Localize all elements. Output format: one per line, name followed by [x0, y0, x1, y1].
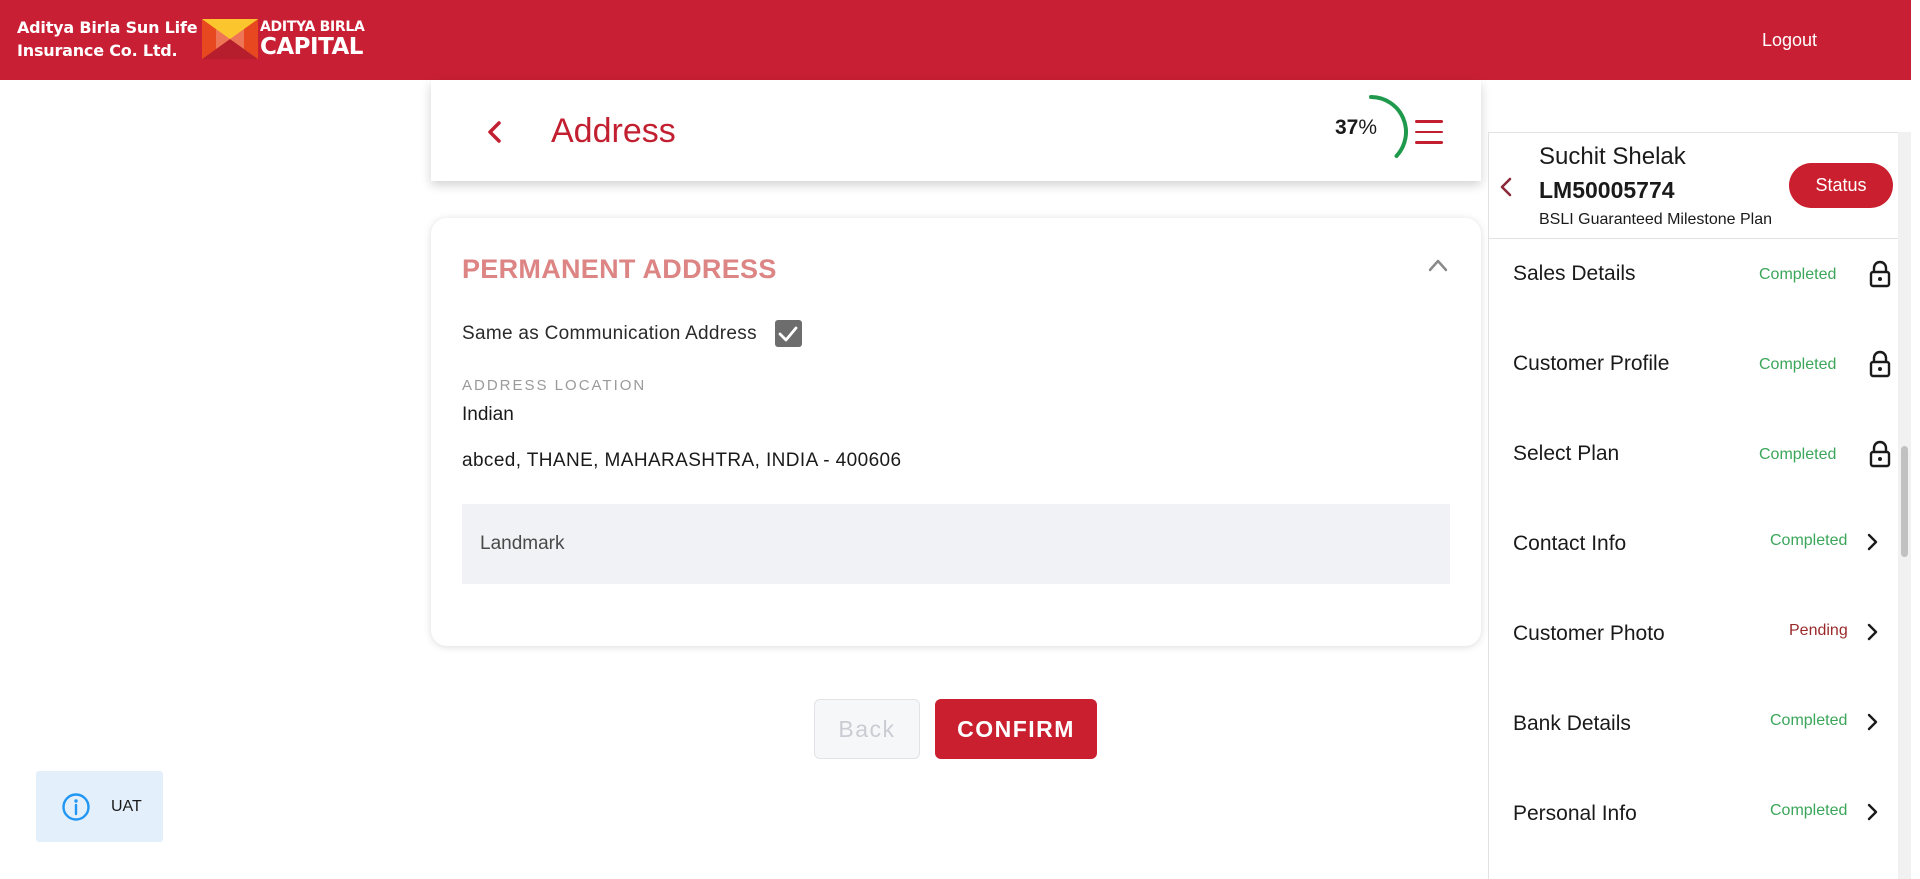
- lock-icon: [1869, 350, 1891, 378]
- address-header-card: Address 37%: [431, 80, 1481, 181]
- application-id: LM50005774: [1539, 177, 1675, 203]
- page-title: Address: [551, 112, 676, 150]
- status-badge: Completed: [1770, 712, 1848, 729]
- logo-mark-icon: [202, 19, 258, 59]
- customer-name: Suchit Shelak: [1539, 143, 1686, 170]
- logo-wordmark: ADITYA BIRLA CAPITAL: [260, 18, 365, 60]
- chevron-right-icon: [1867, 713, 1878, 731]
- chevron-right-icon: [1867, 533, 1878, 551]
- sidebar-item-customer-photo[interactable]: Customer Photo Pending: [1489, 600, 1898, 690]
- progress-unit: %: [1358, 116, 1378, 139]
- section-title: PERMANENT ADDRESS: [462, 254, 777, 284]
- sidebar-item-label: Bank Details: [1513, 712, 1631, 735]
- sidebar-item-personal-info[interactable]: Personal Info Completed: [1489, 780, 1898, 870]
- scrollbar-thumb[interactable]: [1901, 446, 1908, 557]
- progress-percentage: 37%: [1335, 116, 1377, 140]
- environment-badge: UAT: [36, 771, 163, 842]
- menu-icon[interactable]: [1415, 120, 1443, 144]
- sidebar-item-label: Personal Info: [1513, 802, 1637, 825]
- sidebar-scrollbar[interactable]: [1898, 132, 1911, 879]
- progress-value: 37: [1335, 116, 1359, 139]
- sidebar-item-label: Customer Profile: [1513, 352, 1670, 375]
- plan-name: BSLI Guaranteed Milestone Plan: [1539, 211, 1773, 228]
- aditya-birla-capital-logo: ADITYA BIRLA CAPITAL: [202, 18, 365, 60]
- confirm-button[interactable]: CONFIRM: [935, 699, 1097, 759]
- status-button[interactable]: Status: [1789, 163, 1893, 208]
- status-badge: Completed: [1770, 532, 1848, 549]
- same-as-communication-label: Same as Communication Address: [462, 322, 757, 344]
- address-text: abced, THANE, MAHARASHTRA, INDIA - 40060…: [462, 450, 902, 471]
- sidebar-item-label: Sales Details: [1513, 262, 1636, 285]
- company-name-line2: Insurance Co. Ltd.: [17, 41, 178, 60]
- info-icon: [62, 792, 90, 821]
- chevron-right-icon: [1867, 623, 1878, 641]
- back-button[interactable]: Back: [814, 699, 920, 759]
- landmark-input[interactable]: [462, 504, 1450, 584]
- sidebar-item-select-plan[interactable]: Select Plan Completed: [1489, 420, 1898, 510]
- chevron-left-icon[interactable]: [1499, 177, 1513, 197]
- sidebar-item-label: Select Plan: [1513, 442, 1620, 465]
- application-sidebar: Suchit Shelak LM50005774 BSLI Guaranteed…: [1488, 132, 1911, 879]
- sidebar-item-label: Customer Photo: [1513, 622, 1665, 645]
- sidebar-item-sales-details[interactable]: Sales Details Completed: [1489, 240, 1898, 330]
- logo-text-bottom: CAPITAL: [260, 33, 363, 60]
- section-list: Sales Details Completed Customer Profile…: [1489, 240, 1898, 870]
- status-badge: Completed: [1770, 802, 1848, 819]
- status-badge: Pending: [1789, 622, 1848, 639]
- same-as-communication-row: Same as Communication Address: [462, 320, 802, 347]
- logo-text-top: ADITYA BIRLA: [260, 18, 365, 35]
- lock-icon: [1869, 260, 1891, 288]
- address-location-value: Indian: [462, 404, 514, 425]
- company-name: Aditya Birla Sun Life Insurance Co. Ltd.: [17, 16, 198, 62]
- sidebar-item-bank-details[interactable]: Bank Details Completed: [1489, 690, 1898, 780]
- top-header: Aditya Birla Sun Life Insurance Co. Ltd.…: [0, 0, 1911, 80]
- address-location-label: ADDRESS LOCATION: [462, 377, 647, 394]
- permanent-address-card: PERMANENT ADDRESS Same as Communication …: [431, 218, 1481, 646]
- lock-icon: [1869, 440, 1891, 468]
- environment-label: UAT: [111, 797, 142, 815]
- sidebar-item-contact-info[interactable]: Contact Info Completed: [1489, 510, 1898, 600]
- sidebar-item-customer-profile[interactable]: Customer Profile Completed: [1489, 330, 1898, 420]
- chevron-left-icon[interactable]: [483, 120, 507, 144]
- chevron-right-icon: [1867, 803, 1878, 821]
- company-name-line1: Aditya Birla Sun Life: [17, 18, 198, 37]
- status-badge: Completed: [1759, 446, 1837, 463]
- checkmark-icon: [778, 326, 798, 341]
- status-badge: Completed: [1759, 266, 1837, 283]
- chevron-up-icon[interactable]: [1428, 258, 1448, 272]
- customer-summary: Suchit Shelak LM50005774 BSLI Guaranteed…: [1489, 133, 1898, 239]
- status-badge: Completed: [1759, 356, 1837, 373]
- logout-button[interactable]: Logout: [1762, 30, 1817, 51]
- sidebar-item-label: Contact Info: [1513, 532, 1627, 555]
- same-as-communication-checkbox[interactable]: [774, 320, 802, 347]
